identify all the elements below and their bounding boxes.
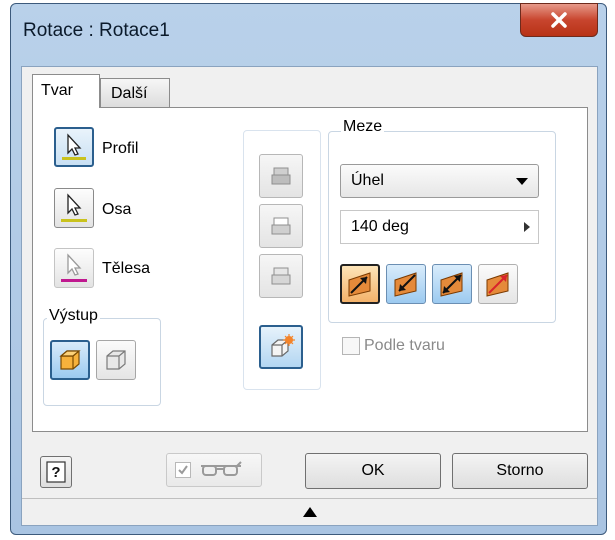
cursor-arrow-icon — [67, 253, 82, 276]
preview-checkbox[interactable] — [175, 462, 191, 478]
close-icon — [551, 12, 567, 28]
output-solid-button[interactable] — [50, 340, 90, 380]
intersect-button[interactable] — [259, 254, 303, 298]
output-surface-button[interactable] — [96, 340, 136, 380]
bodies-underline — [61, 279, 87, 282]
direction-asymmetric-button[interactable] — [478, 264, 518, 304]
axis-underline — [61, 219, 87, 222]
expand-bar[interactable] — [22, 498, 597, 525]
cursor-arrow-icon — [67, 133, 82, 156]
dialog-client: Tvar Další Profil Osa Tělesa Výstup Meze… — [21, 66, 598, 526]
bodies-select-button[interactable] — [54, 248, 94, 288]
solid-cube-icon — [59, 350, 81, 370]
window-title: Rotace : Rotace1 — [23, 20, 170, 41]
match-shape-checkbox[interactable] — [342, 337, 360, 355]
join-icon — [271, 167, 291, 185]
angle-value: 140 deg — [351, 218, 409, 235]
preview-toggle[interactable] — [166, 453, 262, 487]
join-button[interactable] — [259, 154, 303, 198]
arrow-right-icon[interactable] — [524, 222, 530, 232]
intersect-icon — [271, 267, 291, 285]
new-solid-button[interactable] — [259, 325, 303, 369]
checkmark-icon — [178, 465, 188, 475]
surface-cube-icon — [106, 350, 126, 370]
match-shape-label: Podle tvaru — [364, 337, 445, 354]
ok-button[interactable]: OK — [305, 453, 441, 489]
help-button[interactable]: ? — [40, 456, 72, 488]
profile-select-button[interactable] — [54, 127, 94, 167]
dialog-window: Rotace : Rotace1 Tvar Další Profil Osa T… — [10, 3, 607, 535]
triangle-up-icon — [303, 507, 317, 517]
axis-select-button[interactable] — [54, 188, 94, 228]
direction-default-button[interactable] — [340, 264, 380, 304]
extent-type-value: Úhel — [351, 172, 384, 189]
extents-content: Úhel 140 deg — [328, 131, 556, 323]
extent-type-dropdown[interactable]: Úhel — [340, 164, 539, 198]
cut-icon — [271, 217, 291, 235]
output-group-title: Výstup — [47, 307, 100, 325]
cancel-button[interactable]: Storno — [452, 453, 588, 489]
angle-input[interactable]: 140 deg — [340, 210, 539, 244]
axis-label: Osa — [102, 201, 132, 218]
help-icon: ? — [46, 461, 66, 483]
tab-dalsi[interactable]: Další — [100, 78, 170, 108]
chevron-down-icon — [516, 178, 528, 185]
direction-flipped-button[interactable] — [386, 264, 426, 304]
tab-tvar[interactable]: Tvar — [32, 74, 100, 108]
profile-label: Profil — [102, 140, 139, 157]
direction-symmetric-icon — [440, 272, 463, 297]
close-button[interactable] — [520, 3, 598, 37]
glasses-icon — [201, 461, 242, 476]
direction-symmetric-button[interactable] — [432, 264, 472, 304]
bodies-label: Tělesa — [102, 260, 151, 277]
profile-underline — [62, 157, 86, 160]
direction-asymmetric-icon — [486, 272, 509, 297]
cursor-arrow-icon — [67, 193, 82, 216]
cut-button[interactable] — [259, 204, 303, 248]
direction-flipped-icon — [394, 272, 417, 297]
svg-text:?: ? — [51, 464, 60, 481]
new-solid-icon — [271, 334, 295, 357]
direction-default-icon — [348, 272, 371, 297]
tab-panel: Profil Osa Tělesa Výstup Meze Úhel 140 d… — [32, 107, 588, 432]
